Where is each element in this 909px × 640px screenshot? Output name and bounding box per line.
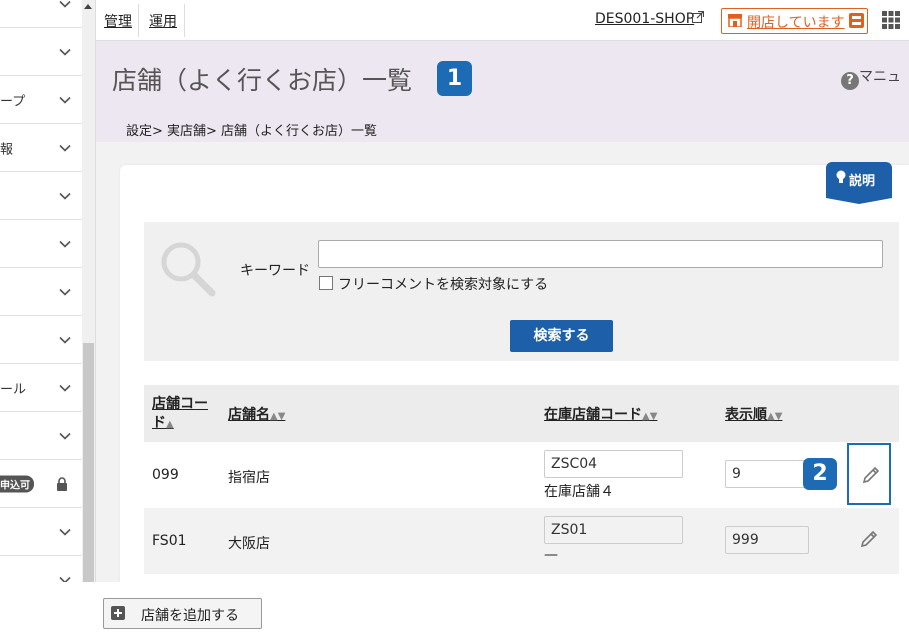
store-name: 指宿店: [228, 470, 270, 486]
order-input[interactable]: 9: [725, 460, 809, 488]
pencil-icon: [862, 466, 880, 484]
sort-icon: ▲▼: [642, 411, 658, 422]
sort-asc-icon: ▲: [166, 419, 174, 430]
search-button[interactable]: 検索する: [510, 320, 613, 352]
chevron-down-icon: [59, 336, 71, 344]
col-order[interactable]: 表示順▲▼: [725, 404, 782, 424]
sidebar-item[interactable]: [0, 556, 82, 582]
col-store-code-label-2: ド: [152, 415, 166, 431]
table-row: 099 指宿店 ZSC04 在庫店舗４ 9 2: [144, 442, 899, 508]
plus-icon: [111, 606, 125, 620]
sidebar-item-label: 報: [0, 142, 14, 157]
stock-code-input[interactable]: ZSC04: [544, 450, 683, 478]
explain-label: 説明: [849, 174, 876, 189]
sidebar-item[interactable]: 申込可: [0, 460, 82, 508]
operate-link[interactable]: 運用: [149, 11, 177, 31]
sidebar-item[interactable]: [0, 316, 82, 364]
sidebar-item[interactable]: [0, 412, 82, 460]
chevron-down-icon: [59, 96, 71, 104]
help-icon: ?: [841, 72, 859, 90]
scroll-thumb[interactable]: [83, 343, 94, 582]
keyword-input[interactable]: [318, 240, 883, 268]
col-store-name-label: 店舗名: [228, 407, 270, 423]
page-title: 店舗（よく行くお店）一覧: [112, 66, 413, 95]
chevron-down-icon: [59, 192, 71, 200]
sidebar-item[interactable]: ール: [0, 364, 82, 412]
stock-store-name: 在庫店舗４: [544, 484, 614, 500]
col-store-name[interactable]: 店舗名▲▼: [228, 404, 285, 424]
manual-link[interactable]: ? マニュ: [841, 66, 901, 90]
sort-icon: ▲▼: [767, 411, 783, 422]
sidebar-item[interactable]: ープ: [0, 76, 82, 124]
chevron-down-icon: [59, 0, 71, 8]
sidebar-item[interactable]: [0, 508, 82, 556]
sidebar-item[interactable]: [0, 172, 82, 220]
manage-link[interactable]: 管理: [104, 11, 132, 31]
order-input[interactable]: 999: [725, 526, 809, 554]
breadcrumb: 設定> 実店舗> 店舗（よく行くお店）一覧: [126, 124, 378, 139]
free-comment-checkbox[interactable]: [319, 276, 333, 290]
scroll-up-arrow-icon[interactable]: [84, 4, 92, 9]
col-order-label: 表示順: [725, 407, 767, 423]
table-row: FS01 大阪店 ZS01 — 999: [144, 508, 899, 574]
sidebar-item-label: ープ: [0, 94, 26, 109]
chevron-down-icon: [59, 528, 71, 536]
external-link-icon: [692, 11, 704, 23]
sidebar-item[interactable]: 報: [0, 124, 82, 172]
chevron-down-icon: [59, 288, 71, 296]
chevron-down-icon: [59, 384, 71, 392]
store-icon: [728, 14, 742, 27]
chevron-down-icon: [59, 432, 71, 440]
col-stock-code-label: 在庫店舗コード: [544, 407, 642, 423]
sidebar-item[interactable]: [0, 220, 82, 268]
app-grid-icon[interactable]: [882, 11, 900, 29]
pencil-icon: [860, 530, 878, 548]
add-store-label: 店舗を追加する: [141, 608, 239, 624]
table-header: 店舗コー ド▲ 店舗名▲▼ 在庫店舗コード▲▼ 表示順▲▼: [144, 385, 899, 442]
content-card: 説明 キーワード フリーコメントを検索対象にする 検索する 店舗コー ド▲ 店舗…: [120, 162, 909, 640]
page-header: 店舗（よく行くお店）一覧 1 ? マニュ 設定> 実店舗> 店舗（よく行くお店）一…: [96, 41, 909, 142]
footer-bar: 店舗を追加する: [0, 582, 909, 640]
top-bar: 管理 運用 DES001-SHOP 開店しています: [96, 0, 909, 41]
keyword-label: キーワード: [240, 263, 310, 279]
sort-icon: ▲▼: [270, 411, 286, 422]
stock-store-name: —: [544, 547, 558, 563]
add-store-button[interactable]: 店舗を追加する: [103, 598, 262, 629]
sidebar-item[interactable]: [0, 0, 82, 28]
col-stock-code[interactable]: 在庫店舗コード▲▼: [544, 404, 657, 424]
stock-code-input[interactable]: ZS01: [544, 516, 683, 544]
step-badge: 1: [437, 61, 472, 96]
store-name: 大阪店: [228, 536, 270, 552]
store-code: FS01: [152, 533, 187, 549]
chevron-down-icon: [59, 48, 71, 56]
sidebar: ープ報ール 申込可: [0, 0, 96, 582]
manual-label: マニュ: [859, 69, 901, 85]
switch-icon: [849, 13, 864, 28]
shop-link[interactable]: DES001-SHOP: [595, 11, 694, 27]
explain-tab[interactable]: 説明: [826, 162, 892, 204]
sidebar-item-badge: 申込可: [0, 475, 34, 492]
store-open-button[interactable]: 開店しています: [721, 8, 868, 34]
chevron-down-icon: [59, 144, 71, 152]
edit-button[interactable]: [847, 443, 891, 505]
chevron-down-icon: [59, 576, 71, 582]
sidebar-scrollbar[interactable]: [82, 0, 95, 582]
top-divider: [138, 4, 139, 37]
col-store-code[interactable]: 店舗コー ド▲: [152, 395, 208, 434]
lock-icon: [57, 476, 67, 491]
search-icon: [161, 242, 216, 297]
store-open-label: 開店しています: [747, 15, 845, 31]
col-store-code-label: 店舗コー: [152, 396, 208, 412]
sidebar-item[interactable]: [0, 28, 82, 76]
search-panel: キーワード フリーコメントを検索対象にする 検索する: [144, 222, 899, 361]
top-divider: [184, 4, 185, 37]
edit-button[interactable]: [847, 509, 891, 571]
sidebar-item-label: ール: [0, 382, 27, 397]
step-badge: 2: [803, 458, 837, 490]
lightbulb-icon: [836, 170, 846, 183]
store-code: 099: [152, 467, 179, 483]
free-comment-label[interactable]: フリーコメントを検索対象にする: [338, 274, 548, 294]
chevron-down-icon: [59, 240, 71, 248]
sidebar-item[interactable]: [0, 268, 82, 316]
